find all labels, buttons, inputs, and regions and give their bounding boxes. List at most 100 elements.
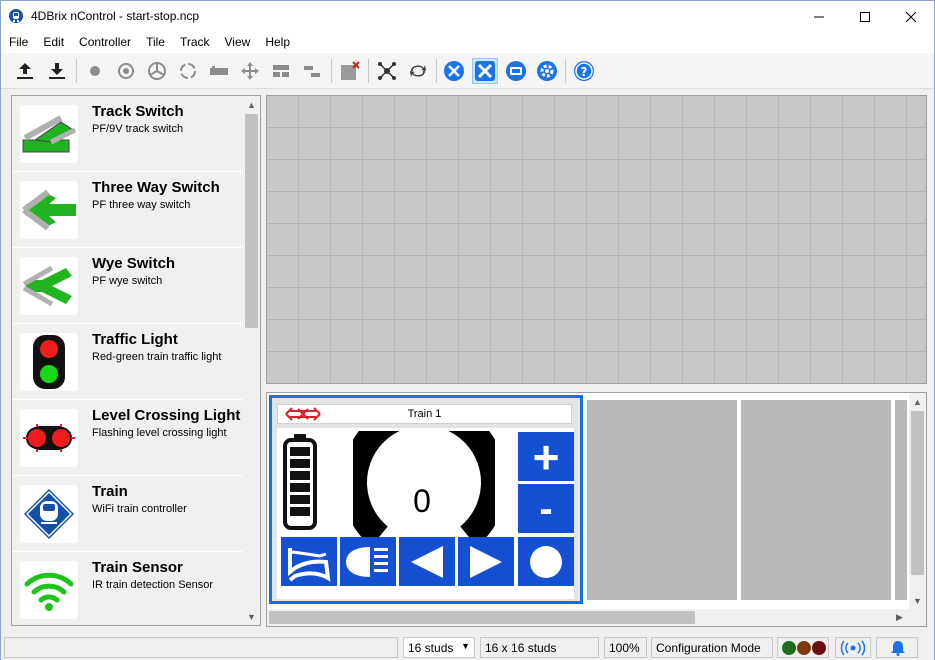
scroll-up-arrow-icon[interactable]: ▲ [243, 96, 260, 113]
minimize-button[interactable] [796, 1, 842, 32]
track-layout-grid[interactable] [266, 95, 927, 384]
tools-button[interactable] [472, 58, 498, 84]
delete-tile-button[interactable] [337, 58, 363, 84]
scroll-down-arrow-icon[interactable]: ▼ [909, 592, 926, 609]
palette-item-title: Three Way Switch [92, 179, 220, 196]
train-icon [24, 489, 74, 539]
chevron-down-icon: ▼ [461, 641, 470, 651]
battery-icon [283, 434, 317, 530]
zoom-level: 100% [604, 637, 647, 658]
stop-icon [530, 545, 562, 578]
menu-file[interactable]: File [1, 32, 35, 53]
controller-slot[interactable] [895, 400, 907, 600]
horn-button[interactable] [281, 537, 337, 586]
palette-item-level-crossing-light[interactable]: Level Crossing Light Flashing level cros… [12, 400, 244, 476]
three-way-switch-icon [22, 189, 76, 231]
menu-controller[interactable]: Controller [71, 32, 138, 53]
menu-tile[interactable]: Tile [138, 32, 172, 53]
minus-label: - [539, 486, 553, 531]
level-crossing-light-thumb [20, 409, 78, 467]
controller-slot[interactable] [587, 400, 737, 600]
grid-size-value: 16 studs [408, 641, 454, 655]
upload-button[interactable] [12, 58, 38, 84]
svg-text:?: ? [581, 65, 588, 79]
close-icon [906, 11, 916, 22]
scroll-up-arrow-icon[interactable]: ▲ [909, 393, 926, 410]
scrollbar-thumb[interactable] [245, 114, 258, 328]
wifi-status[interactable] [835, 637, 871, 658]
horn-icon [288, 547, 331, 582]
controller-button[interactable] [503, 58, 529, 84]
menu-track[interactable]: Track [172, 32, 217, 53]
forward-icon [470, 545, 502, 578]
download-icon [49, 63, 65, 79]
notifications[interactable] [876, 637, 918, 658]
component-palette: Track Switch PF/9V track switch Three Wa… [11, 95, 261, 626]
track-piece-button[interactable] [206, 58, 232, 84]
wrench-screwdriver-button[interactable] [441, 58, 467, 84]
menu-view[interactable]: View [217, 32, 258, 53]
bell-icon [891, 641, 905, 656]
palette-item-description: Flashing level crossing light [92, 427, 227, 439]
scroll-right-arrow-icon[interactable]: ▶ [891, 609, 908, 626]
menu-help[interactable]: Help [257, 32, 297, 53]
palette-item-three-way-switch[interactable]: Three Way Switch PF three way switch [12, 172, 244, 248]
palette-item-title: Track Switch [92, 103, 184, 120]
wye-switch-thumb [20, 257, 78, 315]
rotate-circle-button[interactable] [175, 58, 201, 84]
delete-tile-icon [341, 61, 360, 80]
upload-icon [17, 63, 33, 79]
reverse-button[interactable] [399, 537, 455, 586]
scrollbar-thumb[interactable] [269, 611, 695, 624]
palette-item-title: Wye Switch [92, 255, 176, 272]
target-button[interactable] [113, 58, 139, 84]
help-button[interactable]: ? [571, 58, 597, 84]
forward-button[interactable] [458, 537, 514, 586]
palette-item-train[interactable]: Train WiFi train controller [12, 476, 244, 552]
download-button[interactable] [44, 58, 70, 84]
train-sensor-icon [24, 572, 74, 611]
maximize-icon [860, 11, 870, 22]
refresh-button[interactable] [405, 58, 431, 84]
target-icon [118, 63, 134, 79]
plus-label: + [532, 430, 560, 483]
speed-down-button[interactable]: - [518, 484, 574, 533]
crossing-button[interactable] [237, 58, 263, 84]
track-switch-icon [22, 115, 77, 153]
controller-slot[interactable] [741, 400, 891, 600]
palette-item-description: IR train detection Sensor [92, 579, 214, 591]
speed-up-button[interactable]: + [518, 432, 574, 481]
palette-item-train-sensor[interactable]: Train Sensor IR train detection Sensor [12, 552, 244, 625]
palette-item-description: PF/9V track switch [92, 123, 184, 135]
close-button[interactable] [888, 1, 934, 32]
split-tile-button[interactable] [268, 58, 294, 84]
palette-scrollbar[interactable]: ▲ ▼ [243, 96, 260, 625]
scroll-down-arrow-icon[interactable]: ▼ [243, 608, 260, 625]
tile-size-display: 16 x 16 studs [480, 637, 599, 658]
settings-gear-button[interactable] [534, 58, 560, 84]
headlight-button[interactable] [340, 537, 396, 586]
controller-horizontal-scrollbar[interactable]: ▶ [267, 609, 926, 626]
palette-item-title: Level Crossing Light [92, 407, 241, 424]
title-bar: 4DBrix nControl - start-stop.ncp [1, 1, 934, 32]
grid-size-dropdown[interactable]: 16 studs ▼ [403, 637, 475, 658]
maximize-button[interactable] [842, 1, 888, 32]
palette-item-title: Train Sensor [92, 559, 183, 576]
stop-button[interactable] [518, 537, 574, 586]
scrollbar-thumb[interactable] [911, 411, 924, 575]
network-button[interactable] [374, 58, 400, 84]
menu-edit[interactable]: Edit [35, 32, 71, 53]
turntable-button[interactable] [144, 58, 170, 84]
palette-item-traffic-light[interactable]: Traffic Light Red-green train traffic li… [12, 324, 244, 400]
controller-vertical-scrollbar[interactable]: ▲ ▼ [909, 393, 926, 609]
reverse-icon [411, 545, 443, 578]
palette-item-track-switch[interactable]: Track Switch PF/9V track switch [12, 96, 244, 172]
train-controls: 0 + - [277, 428, 574, 599]
sensor-dot-button[interactable] [82, 58, 108, 84]
palette-item-wye-switch[interactable]: Wye Switch PF wye switch [12, 248, 244, 324]
split-tile-icon [273, 65, 289, 77]
controller-icon [506, 61, 526, 81]
train-controller-card[interactable]: Train 1 0 + - [269, 395, 583, 604]
split-tile-2-button[interactable] [299, 58, 325, 84]
wifi-signal-icon [840, 640, 866, 656]
